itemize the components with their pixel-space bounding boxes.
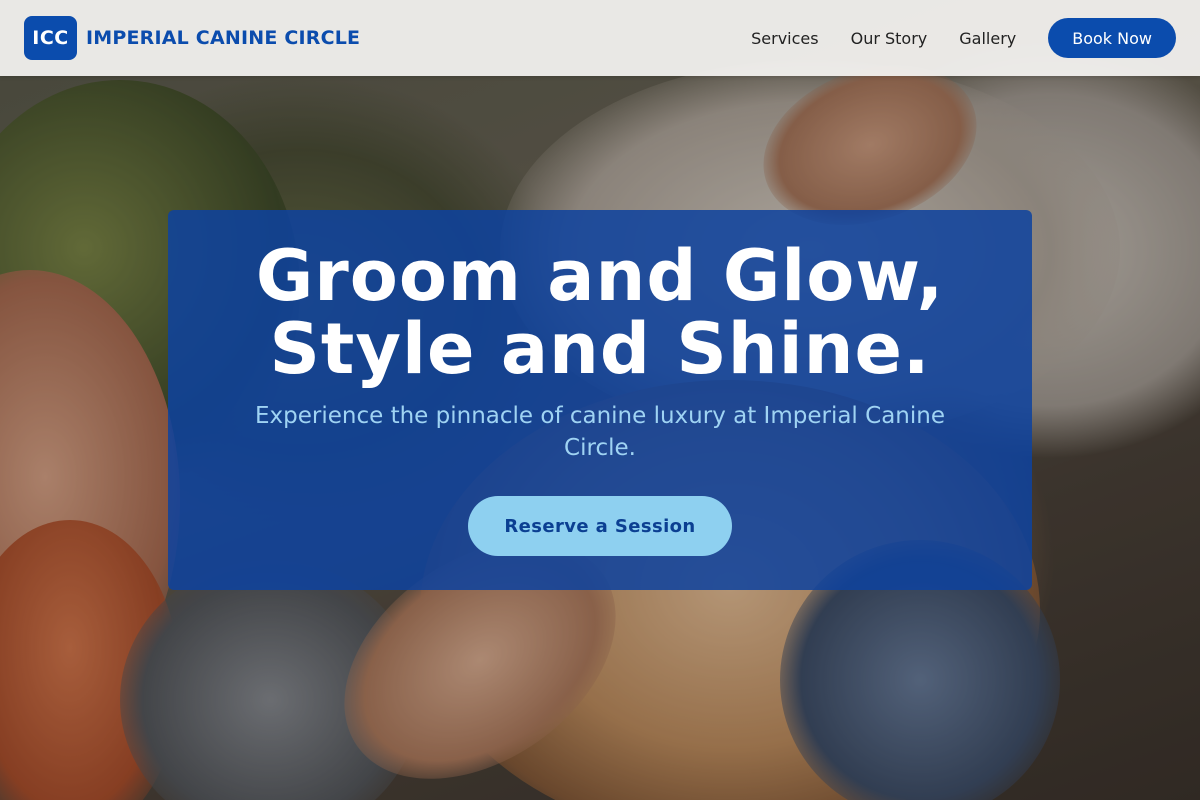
- reserve-session-button[interactable]: Reserve a Session: [468, 496, 732, 556]
- nav-link-services[interactable]: Services: [751, 29, 818, 48]
- brand-home-link[interactable]: ICC IMPERIAL CANINE CIRCLE: [24, 16, 360, 60]
- hero-title: Groom and Glow, Style and Shine.: [256, 240, 944, 386]
- hero-title-line-1: Groom and Glow,: [255, 235, 945, 317]
- nav-link-gallery[interactable]: Gallery: [959, 29, 1016, 48]
- main-nav: Services Our Story Gallery Book Now: [751, 18, 1176, 58]
- top-navbar: ICC IMPERIAL CANINE CIRCLE Services Our …: [0, 0, 1200, 76]
- brand-name: IMPERIAL CANINE CIRCLE: [86, 27, 361, 49]
- hero-subtitle: Experience the pinnacle of canine luxury…: [255, 403, 945, 461]
- brand-logo: ICC: [24, 16, 77, 60]
- hero-card: Groom and Glow, Style and Shine. Experie…: [168, 210, 1032, 590]
- book-now-button[interactable]: Book Now: [1048, 18, 1176, 58]
- nav-link-our-story[interactable]: Our Story: [851, 29, 928, 48]
- hero-title-line-2: Style and Shine.: [269, 308, 931, 390]
